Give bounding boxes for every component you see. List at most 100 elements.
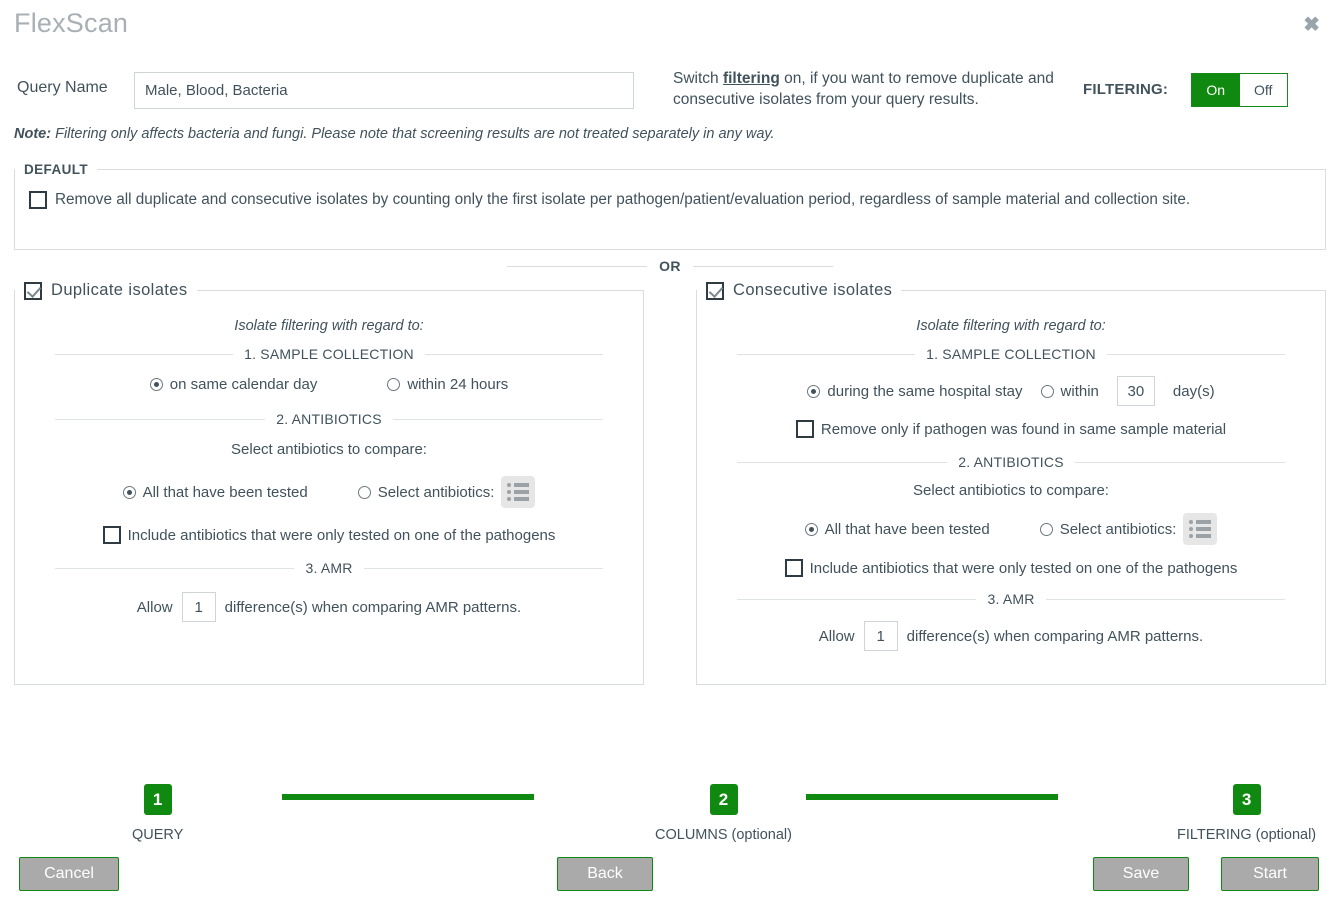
- consecutive-same-hospital-stay-radio[interactable]: [807, 384, 821, 398]
- consecutive-subtitle: Isolate filtering with regard to:: [916, 318, 1106, 334]
- section3-label: 3. AMR: [987, 591, 1035, 607]
- consecutive-allow-suffix: difference(s) when comparing AMR pattern…: [906, 627, 1204, 645]
- duplicate-within-24-hours-radio[interactable]: [387, 378, 401, 391]
- consecutive-section1-heading: 1. SAMPLE COLLECTION: [737, 346, 1285, 362]
- duplicate-same-calendar-day-option[interactable]: on same calendar day: [149, 376, 317, 393]
- consecutive-days-input[interactable]: [1116, 376, 1155, 406]
- section1-label: 1. SAMPLE COLLECTION: [244, 346, 414, 362]
- wizard-stepper: 1 QUERY 2 COLUMNS (optional) 3 FILTERING…: [0, 780, 1340, 850]
- filtering-description-pre: Switch: [673, 70, 723, 87]
- duplicate-allow-prefix: Allow: [136, 598, 173, 616]
- step-columns[interactable]: 2 COLUMNS (optional): [655, 784, 792, 843]
- consecutive-same-hospital-stay-option[interactable]: during the same hospital stay: [807, 383, 1023, 400]
- duplicate-select-antibiotics-radio[interactable]: [357, 485, 371, 499]
- duplicate-isolates-checkbox[interactable]: [24, 281, 42, 300]
- filtering-toggle[interactable]: On Off: [1191, 73, 1288, 107]
- page-title: FlexScan: [14, 8, 129, 38]
- consecutive-all-tested-option[interactable]: All that have been tested: [804, 521, 990, 538]
- section-line-right: [363, 567, 604, 569]
- default-remove-all-checkbox[interactable]: [29, 191, 47, 209]
- filtering-label: FILTERING:: [1083, 81, 1169, 98]
- note-body: Filtering only affects bacteria and fung…: [51, 126, 775, 142]
- duplicate-all-tested-label: All that have been tested: [142, 483, 308, 501]
- duplicate-include-only-tested-option[interactable]: Include antibiotics that were only teste…: [102, 526, 556, 544]
- duplicate-within-24-hours-label: within 24 hours: [407, 376, 509, 393]
- consecutive-isolates-panel: Consecutive isolates Isolate filtering w…: [696, 281, 1326, 685]
- note-prefix: Note:: [14, 126, 52, 142]
- duplicate-subtitle: Isolate filtering with regard to:: [234, 318, 424, 334]
- or-divider-label: OR: [659, 258, 681, 274]
- query-name-input[interactable]: [134, 72, 634, 109]
- query-name-label: Query Name: [17, 79, 108, 96]
- duplicate-include-only-tested-label: Include antibiotics that were only teste…: [127, 526, 556, 544]
- consecutive-same-material-option[interactable]: Remove only if pathogen was found in sam…: [795, 420, 1227, 438]
- duplicate-same-calendar-day-radio[interactable]: [149, 378, 163, 391]
- step-filtering-number: 3: [1232, 784, 1261, 815]
- filtering-toggle-on[interactable]: On: [1192, 74, 1240, 106]
- start-button[interactable]: Start: [1221, 857, 1319, 891]
- consecutive-isolates-legend: Consecutive isolates: [697, 281, 901, 300]
- section3-label: 3. AMR: [305, 560, 353, 576]
- section-line-left: [55, 418, 266, 420]
- duplicate-section3-heading: 3. AMR: [55, 560, 604, 576]
- consecutive-select-antibiotics-option[interactable]: Select antibiotics:: [1039, 513, 1218, 545]
- save-button[interactable]: Save: [1093, 857, 1189, 891]
- section-line-left: [737, 598, 977, 600]
- consecutive-isolates-checkbox[interactable]: [706, 281, 724, 300]
- consecutive-section2-heading: 2. ANTIBIOTICS: [737, 454, 1285, 470]
- default-remove-all-label: Remove all duplicate and consecutive iso…: [55, 191, 1191, 208]
- consecutive-include-only-tested-option[interactable]: Include antibiotics that were only teste…: [784, 559, 1238, 577]
- consecutive-all-tested-radio[interactable]: [804, 522, 818, 536]
- consecutive-select-antibiotics-label: Select antibiotics:: [1059, 520, 1177, 538]
- duplicate-all-tested-option[interactable]: All that have been tested: [122, 483, 308, 501]
- consecutive-within-days-radio[interactable]: [1040, 384, 1054, 398]
- duplicate-isolates-legend: Duplicate isolates: [15, 281, 197, 300]
- list-icon[interactable]: [501, 476, 536, 508]
- duplicate-isolates-panel: Duplicate isolates Isolate filtering wit…: [14, 281, 644, 685]
- duplicate-section1-heading: 1. SAMPLE COLLECTION: [55, 346, 603, 362]
- section-line-right: [392, 418, 603, 420]
- consecutive-include-only-tested-label: Include antibiotics that were only teste…: [809, 559, 1238, 577]
- consecutive-same-material-label: Remove only if pathogen was found in sam…: [820, 420, 1227, 438]
- consecutive-antibiotics-prompt: Select antibiotics to compare:: [913, 482, 1109, 499]
- flexscan-filtering-dialog: FlexScan ✖ Query Name Switch filtering o…: [0, 0, 1340, 913]
- step-columns-caption: COLUMNS (optional): [655, 827, 792, 843]
- close-icon[interactable]: ✖: [1303, 15, 1320, 35]
- filtering-link[interactable]: filtering: [723, 70, 780, 87]
- step-query-caption: QUERY: [132, 827, 184, 843]
- step-filtering[interactable]: 3 FILTERING (optional): [1177, 784, 1316, 843]
- consecutive-include-only-tested-checkbox[interactable]: [784, 559, 803, 577]
- or-divider-line-left: [507, 265, 648, 267]
- duplicate-antibiotics-prompt: Select antibiotics to compare:: [231, 441, 427, 458]
- section-line-left: [55, 353, 234, 355]
- section-line-right: [1106, 353, 1285, 355]
- note-text: Note: Filtering only affects bacteria an…: [14, 126, 775, 142]
- section-line-right: [1045, 598, 1286, 600]
- step-query[interactable]: 1 QUERY: [132, 784, 183, 843]
- consecutive-section3-heading: 3. AMR: [737, 591, 1286, 607]
- consecutive-select-antibiotics-radio[interactable]: [1039, 522, 1053, 536]
- duplicate-include-only-tested-checkbox[interactable]: [102, 526, 121, 544]
- step-connector-1-2: [282, 794, 534, 800]
- default-legend: DEFAULT: [24, 162, 89, 177]
- duplicate-all-tested-radio[interactable]: [122, 485, 136, 499]
- step-filtering-caption: FILTERING (optional): [1177, 827, 1317, 843]
- step-connector-2-3: [806, 794, 1058, 800]
- back-button[interactable]: Back: [557, 857, 653, 891]
- cancel-button[interactable]: Cancel: [19, 857, 119, 891]
- duplicate-select-antibiotics-option[interactable]: Select antibiotics:: [357, 476, 536, 508]
- section1-label: 1. SAMPLE COLLECTION: [926, 346, 1096, 362]
- consecutive-days-unit: day(s): [1172, 382, 1215, 400]
- consecutive-within-label: within: [1060, 382, 1099, 400]
- duplicate-amr-difference-input[interactable]: [181, 592, 216, 622]
- duplicate-within-24-hours-option[interactable]: within 24 hours: [387, 376, 508, 393]
- filtering-toggle-off[interactable]: Off: [1239, 74, 1287, 106]
- consecutive-amr-difference-input[interactable]: [863, 621, 898, 651]
- list-icon[interactable]: [1183, 513, 1218, 545]
- consecutive-within-days-option[interactable]: within: [1040, 382, 1099, 400]
- section2-label: 2. ANTIBIOTICS: [276, 411, 382, 427]
- section-line-right: [424, 353, 603, 355]
- consecutive-isolates-title: Consecutive isolates: [733, 281, 893, 299]
- consecutive-same-material-checkbox[interactable]: [795, 420, 814, 438]
- step-query-number: 1: [143, 784, 172, 815]
